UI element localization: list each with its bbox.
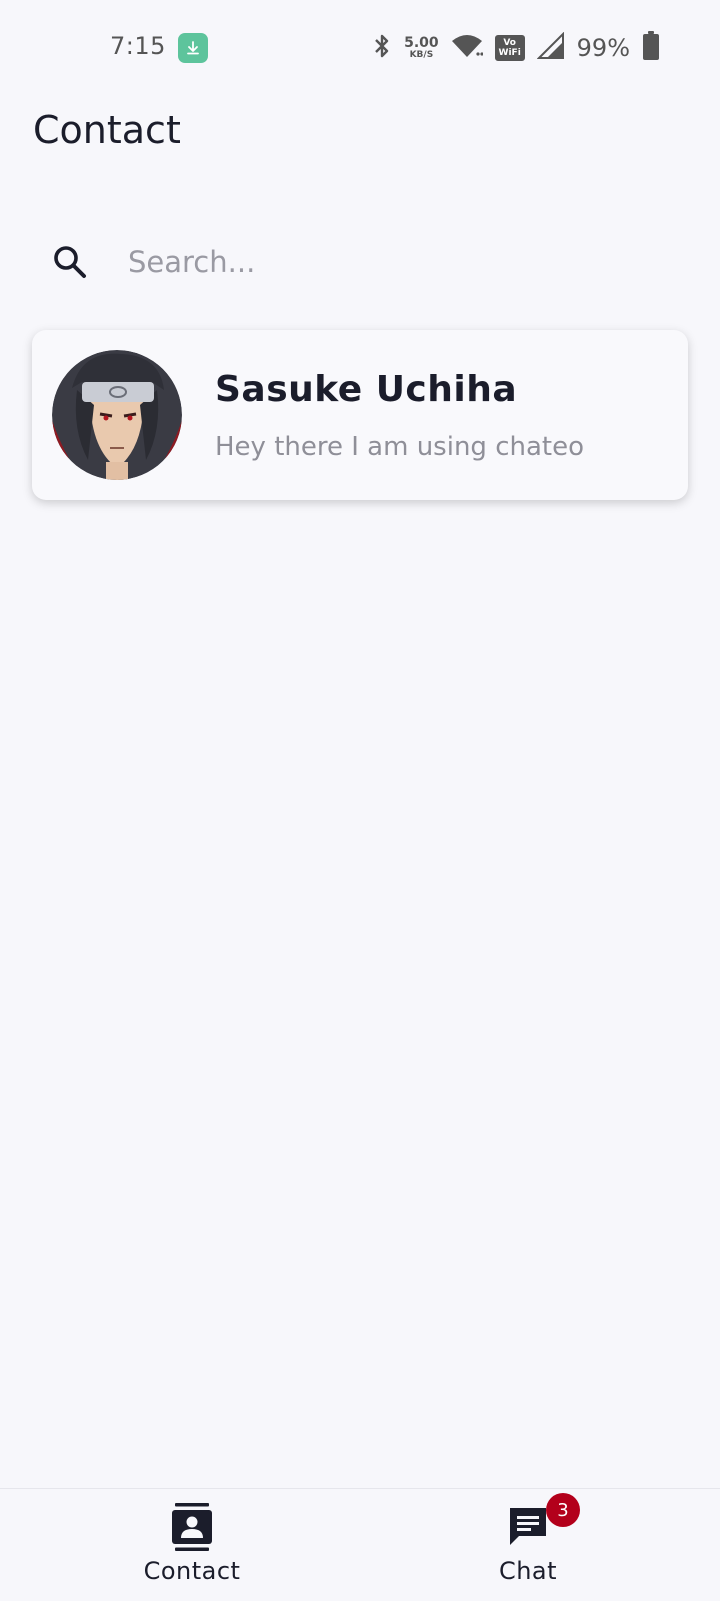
status-bar: 7:15 5.00 KB/S Vo WiFi 99% (0, 0, 720, 96)
page-title: Contact (33, 108, 181, 152)
net-speed: 5.00 KB/S (404, 36, 439, 60)
contact-text: Sasuke Uchiha Hey there I am using chate… (215, 369, 584, 462)
nav-label-contact: Contact (143, 1557, 241, 1585)
contact-book-icon (170, 1503, 214, 1551)
contact-status: Hey there I am using chateo (215, 431, 585, 462)
unread-badge: 3 (546, 1493, 580, 1527)
avatar (52, 350, 182, 480)
search-input[interactable] (126, 244, 610, 280)
bottom-nav: Contact 3 Chat (0, 1488, 720, 1601)
vowifi-icon: Vo WiFi (494, 35, 525, 61)
nav-item-contact[interactable]: Contact (112, 1503, 272, 1585)
status-time: 7:15 (110, 32, 166, 60)
contact-list-item[interactable]: Sasuke Uchiha Hey there I am using chate… (32, 330, 688, 500)
net-speed-unit: KB/S (409, 50, 434, 60)
contact-name: Sasuke Uchiha (215, 368, 518, 410)
download-icon (178, 33, 208, 63)
bluetooth-icon (372, 32, 392, 64)
cellular-signal-icon (536, 31, 565, 64)
nav-label-chat: Chat (498, 1557, 558, 1585)
nav-item-chat[interactable]: 3 Chat (448, 1493, 608, 1585)
search-bar (50, 232, 670, 292)
wifi-icon (451, 33, 484, 63)
chat-bubble-icon: 3 (506, 1493, 580, 1551)
status-icons: 5.00 KB/S Vo WiFi 99% (372, 30, 660, 66)
search-icon[interactable] (50, 242, 90, 282)
net-speed-value: 5.00 (404, 35, 439, 51)
battery-percent: 99% (576, 34, 630, 62)
battery-icon (642, 31, 660, 65)
